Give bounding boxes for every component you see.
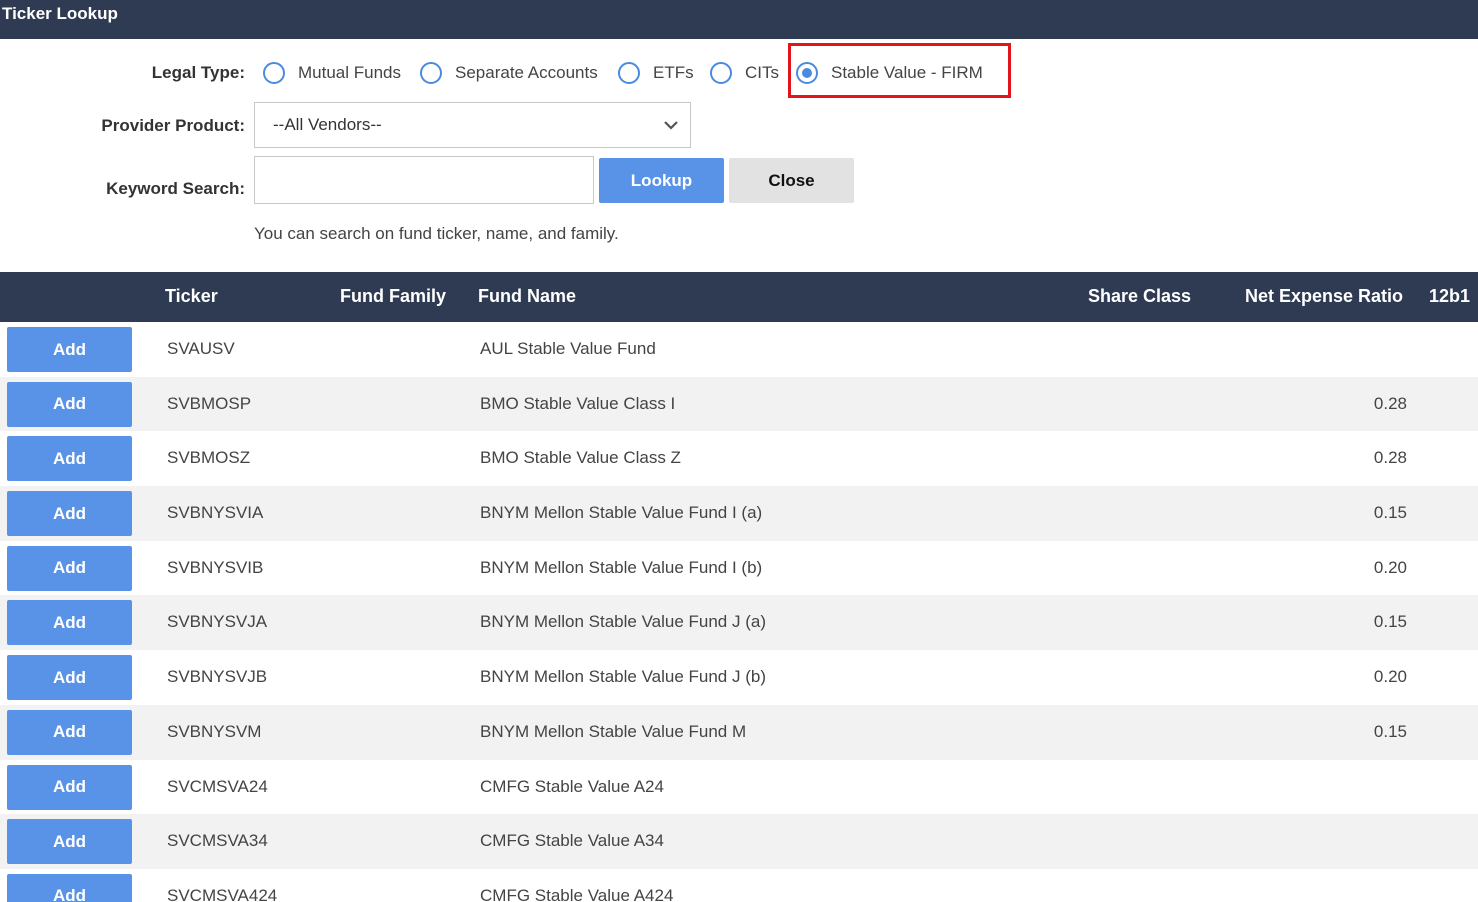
table-row: Add SVBNYSVJA BNYM Mellon Stable Value Fun… xyxy=(0,595,1478,651)
column-header-fund-family[interactable]: Fund Family xyxy=(340,286,446,307)
close-button[interactable]: Close xyxy=(729,158,854,203)
fund-name-cell: BNYM Mellon Stable Value Fund J (b) xyxy=(480,667,766,687)
ticker-cell: SVBNYSVJB xyxy=(167,667,268,687)
fund-name-cell: BNYM Mellon Stable Value Fund I (b) xyxy=(480,557,763,577)
ticker-cell: SVCMSVA424 xyxy=(167,885,278,902)
radio-separate-accounts[interactable]: Separate Accounts xyxy=(420,62,598,84)
ticker-cell: SVBNYSVJA xyxy=(167,612,268,632)
add-button[interactable]: Add xyxy=(7,327,132,372)
fund-name-cell: BNYM Mellon Stable Value Fund M xyxy=(480,721,747,741)
column-header-net-expense-ratio[interactable]: Net Expense Ratio xyxy=(1245,286,1403,307)
search-hint: You can search on fund ticker, name, and… xyxy=(254,224,619,243)
chevron-down-icon xyxy=(664,121,678,130)
net-expense-ratio-cell: 0.20 xyxy=(1373,667,1407,687)
highlight-annotation-box xyxy=(788,43,1011,98)
radio-unchecked-icon[interactable] xyxy=(618,62,640,84)
table-row: Add SVBNYSVM BNYM Mellon Stable Value Fund… xyxy=(0,704,1478,760)
table-row: Add SVCMSVA424 CMFG Stable Value A424 xyxy=(0,869,1478,902)
fund-name-cell: CMFG Stable Value A24 xyxy=(480,776,664,796)
radio-unchecked-icon[interactable] xyxy=(710,62,732,84)
add-button[interactable]: Add xyxy=(7,819,132,865)
ticker-cell: SVCMSVA34 xyxy=(167,831,268,851)
table-row: Add SVBNYSVIA BNYM Mellon Stable Value Fun… xyxy=(0,486,1478,541)
ticker-cell: SVBNYSVIA xyxy=(167,503,264,523)
keyword-search-label: Keyword Search: xyxy=(106,179,245,198)
radio-mutual-funds[interactable]: Mutual Funds xyxy=(263,62,401,84)
radio-label: Separate Accounts xyxy=(455,63,598,82)
results-table-header: Ticker Fund Family Fund Name Share Class… xyxy=(0,272,1478,322)
ticker-cell: SVAUSV xyxy=(167,339,235,358)
ticker-cell: SVBNYSVM xyxy=(167,721,262,741)
net-expense-ratio-cell: 0.28 xyxy=(1373,393,1407,413)
fund-name-cell: CMFG Stable Value A34 xyxy=(480,831,664,851)
table-row: Add SVBNYSVJB BNYM Mellon Stable Value Fun… xyxy=(0,650,1478,705)
table-row: Add SVBMOSP BMO Stable Value Class I 0.28 xyxy=(0,376,1478,432)
radio-unchecked-icon[interactable] xyxy=(420,62,442,84)
lookup-button[interactable]: Lookup xyxy=(599,158,724,203)
provider-product-value: --All Vendors-- xyxy=(273,115,382,134)
column-header-fund-name[interactable]: Fund Name xyxy=(478,286,576,307)
add-button[interactable]: Add xyxy=(7,436,132,482)
net-expense-ratio-cell: 0.28 xyxy=(1373,448,1407,468)
window-title-bar: Ticker Lookup xyxy=(0,0,1478,39)
table-row: Add SVBMOSZ BMO Stable Value Class Z 0.28 xyxy=(0,431,1478,486)
net-expense-ratio-cell: 0.20 xyxy=(1373,557,1407,577)
ticker-cell: SVCMSVA24 xyxy=(167,776,268,796)
provider-product-select[interactable]: --All Vendors-- xyxy=(254,102,691,148)
ticker-cell: SVBMOSP xyxy=(167,393,252,413)
fund-name-cell: CMFG Stable Value A424 xyxy=(480,885,674,902)
net-expense-ratio-cell: 0.15 xyxy=(1373,721,1407,741)
keyword-search-input[interactable] xyxy=(254,156,594,204)
column-header-12b1[interactable]: 12b1 xyxy=(1429,286,1470,307)
results-table-body: Add SVAUSV AUL Stable Value Fund Add SVBMOSP… xyxy=(0,322,1478,902)
table-row: Add SVCMSVA24 CMFG Stable Value A24 xyxy=(0,760,1478,815)
radio-label: ETFs xyxy=(653,63,694,82)
add-button[interactable]: Add xyxy=(7,764,132,810)
add-button[interactable]: Add xyxy=(7,491,132,537)
add-button[interactable]: Add xyxy=(7,381,132,427)
legal-type-label: Legal Type: xyxy=(151,63,245,82)
radio-unchecked-icon[interactable] xyxy=(263,62,285,84)
column-header-share-class[interactable]: Share Class xyxy=(1088,286,1191,307)
add-button[interactable]: Add xyxy=(7,655,132,701)
table-row: Add SVAUSV AUL Stable Value Fund xyxy=(0,322,1478,377)
fund-name-cell: BNYM Mellon Stable Value Fund I (a) xyxy=(480,503,763,523)
fund-name-cell: AUL Stable Value Fund xyxy=(480,339,656,358)
ticker-cell: SVBMOSZ xyxy=(167,448,251,468)
table-row: Add SVCMSVA34 CMFG Stable Value A34 xyxy=(0,814,1478,869)
window-title: Ticker Lookup xyxy=(2,4,118,23)
fund-name-cell: BMO Stable Value Class I xyxy=(480,393,676,413)
net-expense-ratio-cell: 0.15 xyxy=(1373,503,1407,523)
provider-product-label: Provider Product: xyxy=(101,116,245,135)
column-header-ticker[interactable]: Ticker xyxy=(165,286,218,307)
ticker-cell: SVBNYSVIB xyxy=(167,557,264,577)
add-button[interactable]: Add xyxy=(7,545,132,591)
add-button[interactable]: Add xyxy=(7,600,132,646)
radio-cits[interactable]: CITs xyxy=(710,62,779,84)
radio-label: CITs xyxy=(745,63,779,82)
add-button[interactable]: Add xyxy=(7,709,132,755)
radio-label: Mutual Funds xyxy=(298,63,401,82)
net-expense-ratio-cell: 0.15 xyxy=(1373,612,1407,632)
radio-etfs[interactable]: ETFs xyxy=(618,62,694,84)
table-row: Add SVBNYSVIB BNYM Mellon Stable Value Fun… xyxy=(0,541,1478,596)
add-button[interactable]: Add xyxy=(7,873,132,902)
fund-name-cell: BNYM Mellon Stable Value Fund J (a) xyxy=(480,612,766,632)
fund-name-cell: BMO Stable Value Class Z xyxy=(480,448,681,468)
